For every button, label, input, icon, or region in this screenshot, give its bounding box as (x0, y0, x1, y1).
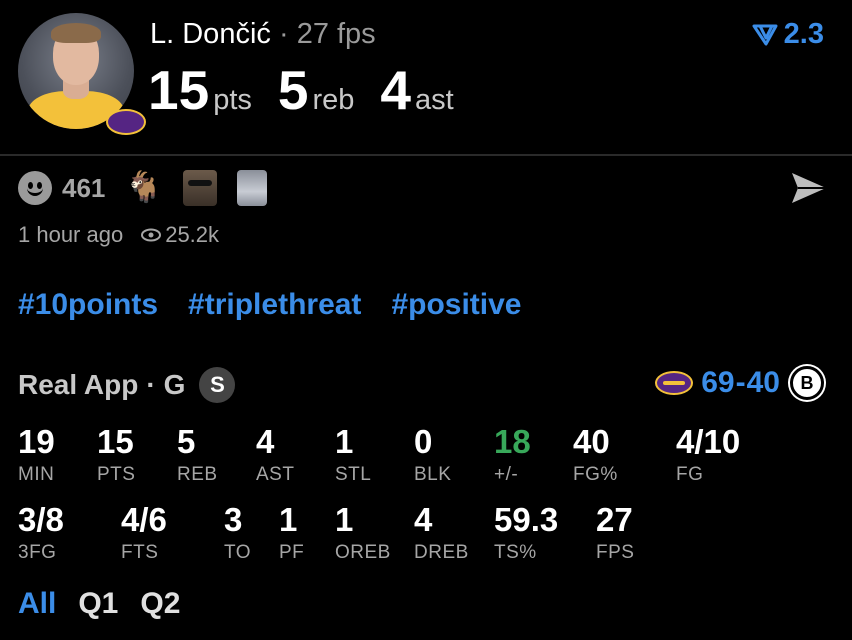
reactor-avatar[interactable] (182, 170, 217, 206)
divider (0, 154, 852, 156)
stat-plus-minus: 18 +/- (494, 425, 531, 486)
goat-emoji-icon[interactable]: 🐐 (125, 173, 162, 203)
stat-pts: 15 PTS (97, 425, 135, 486)
nets-logo-icon (790, 366, 824, 400)
stat-stl: 1 STL (335, 425, 371, 486)
reactions-row: 461 🐐 (18, 170, 287, 206)
stat-label: MIN (18, 464, 55, 485)
assists-value: 4 (380, 59, 411, 121)
stat-value: 1 (335, 501, 354, 538)
hashtag-link[interactable]: #positive (391, 288, 521, 322)
stat-value: 27 (596, 501, 633, 538)
stat-label: TO (224, 542, 252, 563)
separator: · (146, 369, 156, 400)
fantasy-points: 27 fps (296, 18, 376, 50)
stat-label: OREB (335, 542, 391, 563)
player-name[interactable]: L. Dončić (150, 18, 271, 50)
stat-label: TS% (494, 542, 537, 563)
stat-value: 0 (414, 423, 433, 460)
stat-fps: 27 FPS (596, 503, 634, 564)
stat-value: 18 (494, 423, 531, 460)
stat-value: 4/10 (676, 423, 741, 460)
stat-label: FG (676, 464, 704, 485)
stat-dreb: 4 DREB (414, 503, 469, 564)
stat-min: 19 MIN (18, 425, 55, 486)
home-score: 69 (701, 366, 735, 399)
stat-label: FG% (573, 464, 618, 485)
stat-value: 4/6 (121, 501, 167, 538)
points-value: 15 (148, 59, 210, 121)
stat-label: AST (256, 464, 295, 485)
tab-all[interactable]: All (18, 587, 56, 621)
team-logo-icon (106, 109, 146, 135)
stat-label: +/- (494, 464, 519, 485)
stat-value: 15 (97, 423, 134, 460)
assists-unit: ast (414, 84, 454, 116)
send-icon[interactable] (790, 170, 828, 206)
rebounds-value: 5 (277, 59, 309, 121)
stat-value: 3 (224, 501, 243, 538)
stat-value: 40 (573, 423, 610, 460)
player-avatar[interactable] (18, 13, 146, 135)
stat-3fg: 3/8 3FG (18, 503, 64, 564)
stat-label: BLK (414, 464, 452, 485)
game-score[interactable]: 69 - 40 (655, 366, 824, 400)
view-count: 25.2k (165, 222, 220, 247)
rebounds-unit: reb (312, 84, 355, 116)
stat-blk: 0 BLK (414, 425, 451, 486)
stat-value: 5 (177, 423, 196, 460)
hashtag-link[interactable]: #10points (18, 288, 158, 322)
stat-fg-pct: 40 FG% (573, 425, 618, 486)
score-dash: - (735, 366, 746, 399)
post-meta: 1 hour ago 25.2k (18, 222, 219, 248)
game-source-row: Real App · G S (18, 367, 236, 403)
stat-label: FPS (596, 542, 635, 563)
team-name[interactable]: Real App (18, 369, 138, 401)
stat-value: 1 (335, 423, 354, 460)
points-unit: pts (213, 84, 252, 116)
stat-label: PF (279, 542, 305, 563)
stat-label: PTS (97, 464, 136, 485)
stat-ast: 4 AST (256, 425, 294, 486)
stat-label: 3FG (18, 542, 57, 563)
reaction-count[interactable]: 461 (62, 173, 105, 204)
stat-value: 59.3 (494, 501, 559, 538)
tab-q2[interactable]: Q2 (140, 587, 180, 621)
stat-label: REB (177, 464, 218, 485)
stat-reb: 5 REB (177, 425, 218, 486)
player-position: G (163, 369, 186, 400)
stat-value: 4 (414, 501, 433, 538)
rating-indicator[interactable]: 2.3 (752, 18, 824, 51)
hashtag-link[interactable]: #triplethreat (188, 288, 361, 322)
headline-statline: 15 pts 5 reb 4 ast (148, 58, 480, 122)
stat-oreb: 1 OREB (335, 503, 391, 564)
stat-fg: 4/10 FG (676, 425, 740, 486)
stat-fts: 4/6 FTS (121, 503, 167, 564)
quarter-tabs: All Q1 Q2 (18, 587, 180, 621)
down-funnel-icon (752, 24, 778, 45)
stat-value: 1 (279, 501, 298, 538)
starter-badge: S (199, 367, 236, 403)
away-score: 40 (746, 366, 780, 399)
stat-label: STL (335, 464, 372, 485)
hashtags: #10points #triplethreat #positive (18, 288, 522, 322)
tab-q1[interactable]: Q1 (78, 587, 118, 621)
reactor-avatar[interactable] (236, 170, 267, 206)
stat-to: 3 TO (224, 503, 251, 564)
stat-ts-pct: 59.3 TS% (494, 503, 558, 564)
separator: · (278, 18, 289, 50)
stat-value: 3/8 (18, 501, 64, 538)
stat-value: 4 (256, 423, 275, 460)
lakers-logo-icon (655, 371, 694, 395)
stat-label: DREB (414, 542, 469, 563)
rating-value: 2.3 (783, 18, 824, 50)
smiley-icon[interactable] (18, 171, 52, 205)
stat-label: FTS (121, 542, 159, 563)
stat-pf: 1 PF (279, 503, 304, 564)
player-name-line[interactable]: L. Dončić · 27 fps (150, 18, 376, 51)
time-ago: 1 hour ago (18, 222, 124, 247)
stat-value: 19 (18, 423, 55, 460)
eye-icon (141, 228, 162, 242)
